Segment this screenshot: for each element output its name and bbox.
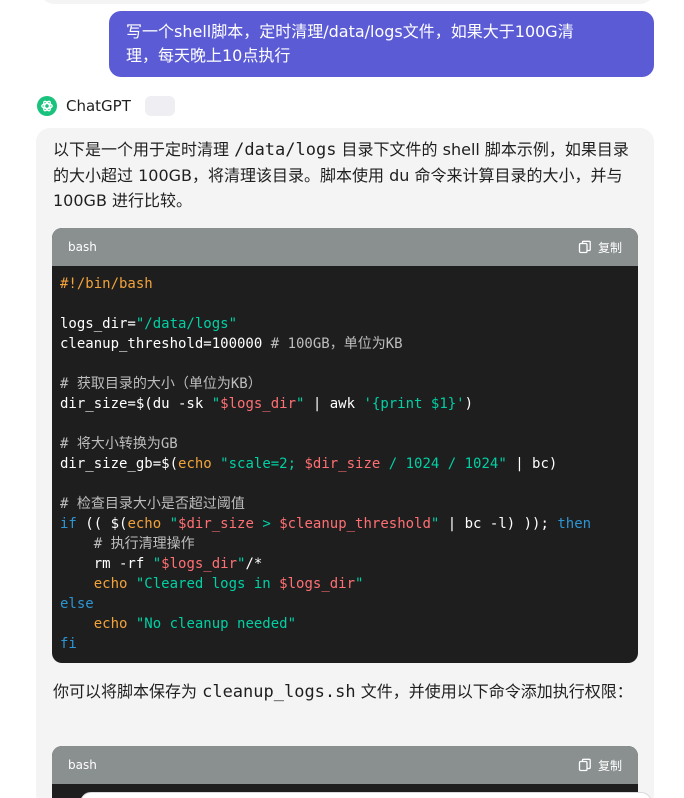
code-token: $logs_dir bbox=[161, 556, 238, 572]
code-line: echo "Cleared logs in $logs_dir" bbox=[60, 574, 638, 594]
code-token: fi bbox=[60, 636, 77, 652]
code-token: "No cleanup needed" bbox=[135, 616, 297, 632]
code-token: '{print $1}' bbox=[363, 396, 465, 412]
code-token: " bbox=[152, 556, 162, 572]
code-token: # 执行清理操作 bbox=[60, 536, 195, 552]
after-part-1: 你可以将脚本保存为 bbox=[53, 682, 203, 701]
assistant-intro-text: 以下是一个用于定时清理 /data/logs 目录下文件的 shell 脚本示例… bbox=[53, 137, 637, 213]
code-token: (( $( bbox=[76, 516, 128, 532]
code-line: #!/bin/bash bbox=[60, 274, 638, 294]
code-token: echo bbox=[127, 516, 162, 532]
filename-inline-code: cleanup_logs.sh bbox=[202, 682, 356, 702]
code-content[interactable]: #!/bin/bash logs_dir="/data/logs" cleanup_… bbox=[52, 266, 638, 654]
after-part-2: 文件，并使用以下命令添加执行权限： bbox=[355, 682, 633, 701]
assistant-header: ChatGPT bbox=[37, 94, 175, 118]
message-input-edge[interactable] bbox=[80, 792, 652, 798]
blurred-badge bbox=[144, 96, 175, 116]
code-line: if (( $(echo "$dir_size > $cleanup_thres… bbox=[60, 514, 638, 534]
code-token: logs_dir= bbox=[60, 316, 136, 332]
code-token: "Cleared logs in bbox=[135, 576, 280, 592]
copy-code-button[interactable]: 复制 bbox=[578, 239, 622, 256]
code-token: echo bbox=[93, 616, 128, 632]
code-token: # 检查目录大小是否超过阈值 bbox=[60, 496, 245, 512]
assistant-name: ChatGPT bbox=[66, 97, 131, 115]
copy-icon bbox=[578, 240, 591, 254]
code-token: ) bbox=[464, 396, 474, 412]
previous-message-edge bbox=[40, 0, 654, 4]
copy-icon bbox=[578, 758, 591, 772]
copy-button-label: 复制 bbox=[597, 758, 622, 773]
code-token: $dir_size bbox=[304, 456, 381, 472]
code-token: /* bbox=[245, 556, 263, 572]
code-token: then bbox=[557, 516, 592, 532]
code-token: | awk bbox=[304, 396, 364, 412]
user-message-line-1: 写一个shell脚本，定时清理/data/logs文件，如果大于100G清 bbox=[126, 22, 574, 41]
code-line: fi bbox=[60, 634, 638, 654]
code-block-header: bash 复制 bbox=[52, 746, 638, 784]
code-line: else bbox=[60, 594, 638, 614]
code-block-header: bash 复制 bbox=[52, 228, 638, 266]
code-line: # 将大小转换为GB bbox=[60, 434, 638, 454]
code-token: $logs_dir bbox=[279, 576, 356, 592]
code-line: echo "No cleanup needed" bbox=[60, 614, 638, 634]
code-line: # 检查目录大小是否超过阈值 bbox=[60, 494, 638, 514]
copy-button-label: 复制 bbox=[597, 240, 622, 255]
code-token: echo bbox=[93, 576, 128, 592]
user-message-line-2: 理，每天晚上10点执行 bbox=[126, 46, 291, 65]
code-token: | bc) bbox=[506, 456, 558, 472]
code-block-script: bash 复制 #!/bin/bash logs_dir="/data/logs"… bbox=[52, 228, 638, 663]
code-token: / 1024 / 1024" bbox=[380, 456, 507, 472]
code-token: > bbox=[253, 516, 280, 532]
code-token: | bc -l) )); bbox=[439, 516, 558, 532]
code-token: #!/bin/bash bbox=[60, 276, 153, 292]
code-token: cleanup_threshold=100000 bbox=[60, 336, 271, 352]
code-token: rm -rf bbox=[60, 556, 153, 572]
code-token: $logs_dir bbox=[220, 396, 297, 412]
code-token: " bbox=[211, 396, 221, 412]
code-token: # 将大小转换为GB bbox=[60, 436, 178, 452]
code-token: dir_size=$(du -sk bbox=[60, 396, 212, 412]
code-token: $dir_size bbox=[178, 516, 254, 532]
code-language-label: bash bbox=[68, 758, 97, 772]
intro-path-inline-code: /data/logs bbox=[234, 140, 337, 160]
code-line: cleanup_threshold=100000 # 100GB，单位为KB bbox=[60, 334, 638, 354]
code-token: dir_size_gb=$( bbox=[60, 456, 179, 472]
code-line: dir_size=$(du -sk "$logs_dir" | awk '{pr… bbox=[60, 394, 638, 414]
code-line: # 执行清理操作 bbox=[60, 534, 638, 554]
code-token: if bbox=[60, 516, 77, 532]
user-message: 写一个shell脚本，定时清理/data/logs文件，如果大于100G清 理，… bbox=[109, 11, 654, 77]
code-token: echo bbox=[178, 456, 212, 472]
code-token: # 获取目录的大小（单位为KB） bbox=[60, 376, 262, 392]
code-line: logs_dir="/data/logs" bbox=[60, 314, 638, 334]
code-line: rm -rf "$logs_dir"/* bbox=[60, 554, 638, 574]
code-language-label: bash bbox=[68, 240, 97, 254]
chat-page: 写一个shell脚本，定时清理/data/logs文件，如果大于100G清 理，… bbox=[0, 0, 684, 798]
code-token: "/data/logs" bbox=[135, 316, 238, 332]
code-block-chmod: bash 复制 bbox=[52, 746, 638, 798]
openai-logo-icon bbox=[37, 96, 57, 116]
code-token: "scale=2; bbox=[220, 456, 305, 472]
code-token: # 100GB，单位为KB bbox=[270, 336, 403, 352]
copy-code-button[interactable]: 复制 bbox=[578, 757, 622, 774]
code-token: " bbox=[169, 516, 179, 532]
code-token: else bbox=[60, 596, 94, 612]
intro-part-1: 以下是一个用于定时清理 bbox=[53, 140, 235, 159]
code-line: # 获取目录的大小（单位为KB） bbox=[60, 374, 638, 394]
code-token: " bbox=[355, 576, 364, 592]
code-token: $cleanup_threshold bbox=[279, 516, 431, 532]
code-line: dir_size_gb=$(echo "scale=2; $dir_size /… bbox=[60, 454, 638, 474]
assistant-after-text: 你可以将脚本保存为 cleanup_logs.sh 文件，并使用以下命令添加执行… bbox=[53, 679, 637, 705]
